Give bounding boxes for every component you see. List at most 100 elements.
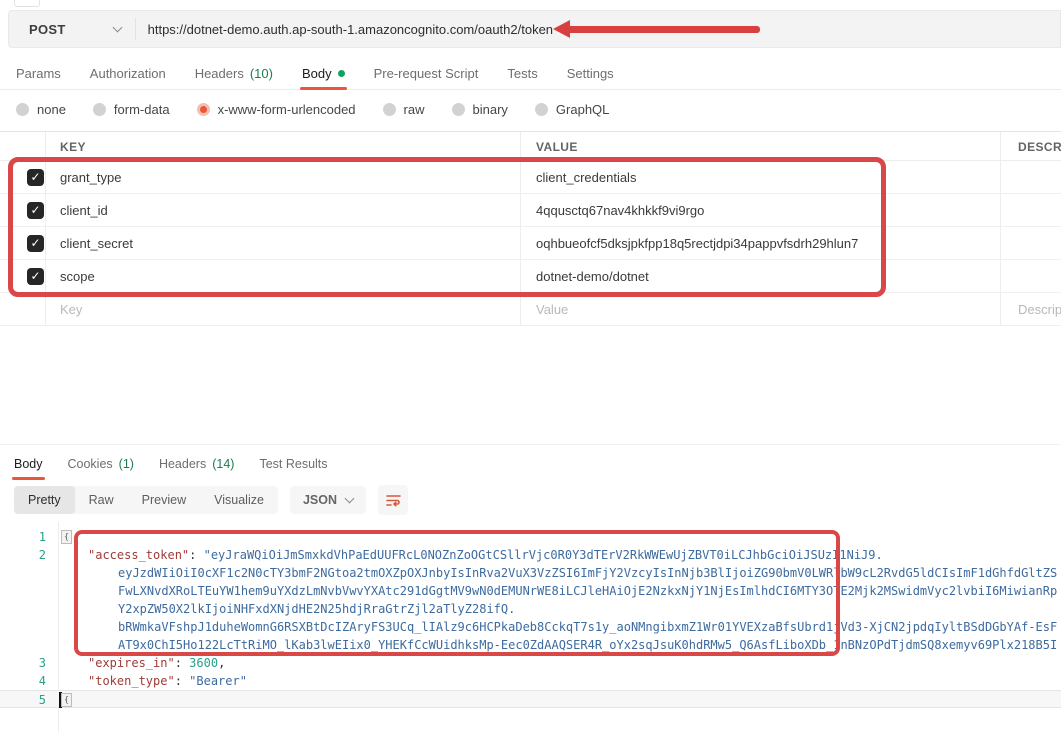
row-checkbox[interactable]: ✓ [27,169,44,186]
param-key[interactable]: client_secret [60,236,133,251]
description-placeholder[interactable]: Description [1018,302,1061,317]
tab-count: (14) [212,457,234,471]
radio-icon[interactable] [93,103,106,116]
radio-icon[interactable] [197,103,210,116]
tab-label: Cookies [68,457,113,471]
body-modified-dot-icon [338,70,345,77]
response-tab-test-results[interactable]: Test Results [259,449,327,479]
tab-label: Settings [567,66,614,81]
radio-icon[interactable] [535,103,548,116]
key-placeholder[interactable]: Key [60,302,82,317]
param-value[interactable]: 4qqusctq67nav4khkkf9vi9rgo [536,203,704,218]
table-row: ✓ grant_type client_credentials [0,161,1061,194]
radio-icon[interactable] [383,103,396,116]
table-row: ✓ scope dotnet-demo/dotnet [0,260,1061,293]
tab-authorization[interactable]: Authorization [90,58,166,89]
token: 3600 [189,656,218,670]
table-header: KEY VALUE DESCRIPTION [0,131,1061,161]
response-tabs: Body Cookies(1) Headers(14) Test Results [0,449,1061,479]
tab-headers[interactable]: Headers(10) [195,58,273,89]
code-line: 3"expires_in": 3600, [0,654,1061,672]
body-mode-none[interactable]: none [16,102,66,117]
body-mode-binary[interactable]: binary [452,102,508,117]
code-text[interactable]: bRWmkaVFshpJ1duheWomnG6RSXBtDcIZAryFS3UC… [118,618,1061,636]
chevron-down-icon [345,494,355,504]
radio-icon[interactable] [16,103,29,116]
tab-label: Headers [195,66,244,81]
table-row-placeholder[interactable]: Key Value Description [0,293,1061,326]
response-tab-headers[interactable]: Headers(14) [159,449,234,479]
response-tab-cookies[interactable]: Cookies(1) [68,449,134,479]
mode-label: form-data [114,102,170,117]
param-value[interactable]: oqhbueofcf5dksjpkfpp18q5rectjdpi34pappvf… [536,236,858,251]
token: "token_type" [88,674,175,688]
body-mode-raw[interactable]: raw [383,102,425,117]
token: "eyJraWQiOiJmSmxkdVhPaEdUUFRcL0NOZnZoOGt… [204,548,883,562]
line-number: 4 [0,672,46,690]
code-line: 2 "access_token": "eyJraWQiOiJmSmxkdVhPaE… [0,546,1061,564]
divider [135,18,136,40]
body-mode-GraphQL[interactable]: GraphQL [535,102,609,117]
request-url-bar: POST https://dotnet-demo.auth.ap-south-1… [8,10,1061,48]
method-selector[interactable]: POST [9,22,66,37]
token: "Bearer" [189,674,247,688]
view-visualize[interactable]: Visualize [200,486,278,514]
row-checkbox[interactable]: ✓ [27,235,44,252]
code-text[interactable]: Y2xpZW50X2lkIjoiNHFxdXNjdHE2N25hdjRraGtr… [118,600,1061,618]
param-key[interactable]: scope [60,269,95,284]
tab-params[interactable]: Params [16,58,61,89]
response-tab-body[interactable]: Body [14,449,43,479]
request-tabs: Params Authorization Headers(10) Body Pre-re… [0,58,1061,89]
fold-marker-icon[interactable]: { [61,693,72,707]
tab-pre-request-script[interactable]: Pre-request Script [374,58,479,89]
chevron-down-icon[interactable] [112,23,122,33]
column-header-value: VALUE [536,140,578,154]
view-pretty[interactable]: Pretty [14,486,75,514]
code-text[interactable]: "access_token": "eyJraWQiOiJmSmxkdVhPaEd… [88,546,1061,564]
url-input[interactable]: https://dotnet-demo.auth.ap-south-1.amaz… [148,22,553,37]
line-number: 2 [0,546,46,564]
param-value[interactable]: client_credentials [536,170,636,185]
mode-label: x-www-form-urlencoded [218,102,356,117]
token: "expires_in" [88,656,175,670]
language-label: JSON [303,493,337,507]
code-text[interactable]: eyJzdWIiOiI0cXF1c2N0cTY3bmF2NGtoa2tmOXZp… [118,564,1061,582]
tab-body[interactable]: Body [302,58,345,89]
param-key[interactable]: grant_type [60,170,121,185]
code-text[interactable]: "token_type": "Bearer" [88,672,1061,690]
value-placeholder[interactable]: Value [536,302,568,317]
arrow-body [570,26,760,33]
code-line: AT9x0ChI5Ho122LcTtRiMO_lKab3lwEIix0_YHEK… [0,636,1061,654]
tab-label: Authorization [90,66,166,81]
tab-label: Params [16,66,61,81]
line-number: 1 [0,528,46,546]
mode-label: raw [404,102,425,117]
language-selector[interactable]: JSON [290,486,366,514]
token: "access_token" [88,548,189,562]
body-mode-options: none form-data x-www-form-urlencoded raw bin… [0,94,1061,124]
code-text[interactable]: "expires_in": 3600, [88,654,1061,672]
code-text[interactable]: FwLXNvdXRoLTEuYW1hem9uYXdzLmNvbVwvYXAtc2… [118,582,1061,600]
radio-icon[interactable] [452,103,465,116]
tab-tests[interactable]: Tests [507,58,537,89]
body-mode-form-data[interactable]: form-data [93,102,170,117]
mode-label: GraphQL [556,102,609,117]
view-raw[interactable]: Raw [75,486,128,514]
view-preview[interactable]: Preview [128,486,200,514]
param-value[interactable]: dotnet-demo/dotnet [536,269,649,284]
wrap-text-button[interactable] [378,485,408,515]
response-toolbar: PrettyRawPreviewVisualize JSON [0,485,1061,515]
param-key[interactable]: client_id [60,203,108,218]
fold-marker-icon[interactable]: { [61,530,72,544]
mode-label: none [37,102,66,117]
tab-label: Body [302,66,332,81]
tab-settings[interactable]: Settings [567,58,614,89]
code-text[interactable]: AT9x0ChI5Ho122LcTtRiMO_lKab3lwEIix0_YHEK… [118,636,1061,654]
postman-window: POST https://dotnet-demo.auth.ap-south-1… [0,0,1061,746]
row-checkbox[interactable]: ✓ [27,268,44,285]
body-mode-x-www-form-urlencoded[interactable]: x-www-form-urlencoded [197,102,356,117]
view-switcher: PrettyRawPreviewVisualize [14,486,278,514]
row-checkbox[interactable]: ✓ [27,202,44,219]
tab-label: Tests [507,66,537,81]
token: , [218,656,225,670]
